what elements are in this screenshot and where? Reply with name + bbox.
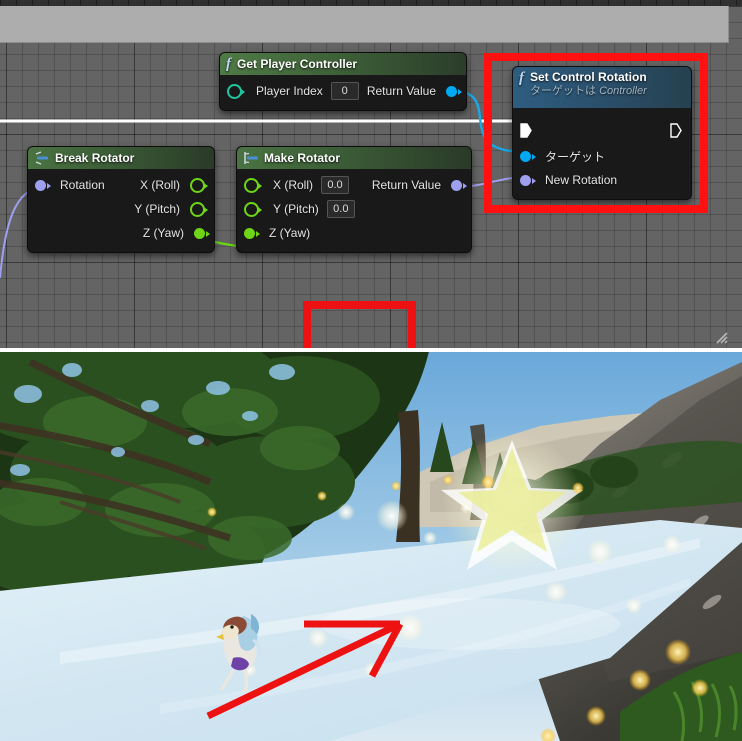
float-pin-x-roll[interactable] [190, 177, 208, 193]
node-break-rotator[interactable]: Break Rotator Rotation X (Roll) Y (Pitch… [27, 146, 215, 253]
exec-in-pin[interactable] [520, 122, 532, 138]
float-pin-z-yaw[interactable] [194, 227, 210, 239]
pin-row-exec [513, 116, 691, 144]
node-body: ターゲット New Rotation [513, 108, 691, 199]
pin-label-return-value: Return Value [366, 84, 436, 98]
pin-row: Z (Yaw) [237, 221, 471, 245]
float-pin-z-yaw[interactable] [244, 227, 260, 239]
pin-label-y-pitch: Y (Pitch) [273, 202, 319, 216]
node-make-rotator[interactable]: Make Rotator X (Roll) 0.0 Return Value Y… [236, 146, 472, 253]
app-window: f Get Player Controller Player Index 0 R… [0, 0, 742, 741]
pin-label-rotation: Rotation [60, 178, 105, 192]
node-header: Make Rotator [237, 147, 471, 169]
object-pin-return-value[interactable] [446, 85, 462, 97]
pin-row: X (Roll) 0.0 Return Value [237, 173, 471, 197]
pin-row: New Rotation [513, 168, 691, 192]
node-body: Player Index 0 Return Value [220, 75, 466, 110]
object-pin-target[interactable] [520, 150, 536, 162]
node-title: Get Player Controller [237, 57, 358, 71]
pin-label-z-yaw: Z (Yaw) [142, 226, 184, 240]
blueprint-toolbar[interactable] [0, 6, 729, 43]
node-body: X (Roll) 0.0 Return Value Y (Pitch) 0.0 … [237, 169, 471, 252]
node-subtitle-prefix: ターゲットは [530, 85, 600, 97]
pin-label-player-index: Player Index [256, 84, 323, 98]
float-pin-x-roll[interactable] [244, 177, 262, 193]
break-struct-icon [34, 151, 50, 165]
int-pin-player-index[interactable] [227, 83, 245, 99]
y-pitch-value-field[interactable]: 0.0 [326, 200, 355, 218]
node-get-player-controller[interactable]: f Get Player Controller Player Index 0 R… [219, 52, 467, 111]
blueprint-graph-panel[interactable]: f Get Player Controller Player Index 0 R… [0, 0, 742, 350]
game-viewport[interactable] [0, 352, 742, 741]
pin-label-return-value: Return Value [371, 178, 441, 192]
function-f-icon: f [226, 55, 231, 72]
pin-label-z-yaw: Z (Yaw) [269, 226, 311, 240]
pin-label-y-pitch: Y (Pitch) [134, 202, 180, 216]
float-pin-y-pitch[interactable] [190, 201, 208, 217]
node-subtitle: ターゲットは Controller [530, 85, 647, 99]
rotator-pin-return-value[interactable] [451, 179, 467, 191]
pin-label-x-roll: X (Roll) [273, 178, 314, 192]
viewport-scene [0, 352, 742, 741]
make-struct-icon [243, 151, 259, 165]
float-pin-y-pitch[interactable] [244, 201, 262, 217]
node-subtitle-target: Controller [599, 85, 647, 97]
rotator-pin-new-rotation[interactable] [520, 174, 536, 186]
node-header: Break Rotator [28, 147, 214, 169]
x-roll-value-field[interactable]: 0.0 [321, 176, 350, 194]
pin-row: Z (Yaw) [28, 221, 214, 245]
pin-row: Y (Pitch) [28, 197, 214, 221]
star-pickup [441, 432, 583, 572]
pin-row: Player Index 0 Return Value [220, 79, 466, 103]
rotator-pin-rotation[interactable] [35, 179, 51, 191]
function-f-icon: f [519, 70, 524, 86]
node-header: f Set Control Rotation ターゲットは Controller [513, 67, 691, 108]
node-title: Set Control Rotation [530, 70, 647, 84]
node-title: Make Rotator [264, 151, 341, 165]
panel-separator [0, 348, 742, 352]
pin-row: ターゲット [513, 144, 691, 168]
node-title: Break Rotator [55, 151, 135, 165]
pin-label-target: ターゲット [545, 149, 606, 164]
exec-out-pin[interactable] [670, 122, 682, 138]
node-header: f Get Player Controller [220, 53, 466, 75]
pin-row: Y (Pitch) 0.0 [237, 197, 471, 221]
pin-row: Rotation X (Roll) [28, 173, 214, 197]
pin-label-x-roll: X (Roll) [139, 178, 180, 192]
node-body: Rotation X (Roll) Y (Pitch) Z (Yaw) [28, 169, 214, 252]
panel-resize-grip[interactable] [712, 328, 728, 344]
node-set-control-rotation[interactable]: f Set Control Rotation ターゲットは Controller [512, 66, 692, 200]
player-index-value-field[interactable]: 0 [330, 82, 359, 100]
pin-label-new-rotation: New Rotation [545, 173, 618, 187]
